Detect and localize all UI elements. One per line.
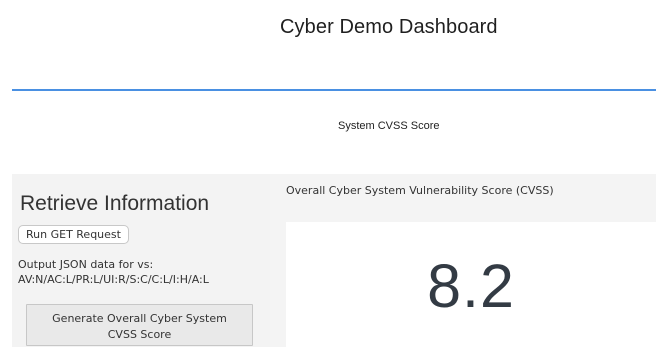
cvss-vector-string: AV:N/AC:L/PR:L/UI:R/S:C/C:L/I:H/A:L [18,273,209,286]
score-caption: Overall Cyber System Vulnerability Score… [286,184,554,197]
section-title: System CVSS Score [338,120,440,132]
generate-cvss-score-button[interactable]: Generate Overall Cyber System CVSS Score [26,304,253,346]
generate-button-label-line1: Generate Overall Cyber System [52,311,227,325]
output-json-label: Output JSON data for vs: AV:N/AC:L/PR:L/… [18,257,266,287]
run-get-request-button[interactable]: Run GET Request [18,225,129,244]
output-json-label-line: Output JSON data for vs: [18,258,154,271]
generate-button-label-line2: CVSS Score [107,327,172,341]
dashboard-page: Cyber Demo Dashboard System CVSS Score R… [0,0,656,347]
cvss-score-value: 8.2 [427,252,515,320]
overall-score-panel: Overall Cyber System Vulnerability Score… [270,174,656,347]
app-title: Cyber Demo Dashboard [280,16,498,38]
sidebar-title: Retrieve Information [20,192,210,215]
header-divider [12,89,656,91]
score-card: 8.2 [286,222,656,347]
retrieve-information-sidebar: Retrieve Information Run GET Request Out… [12,174,270,347]
